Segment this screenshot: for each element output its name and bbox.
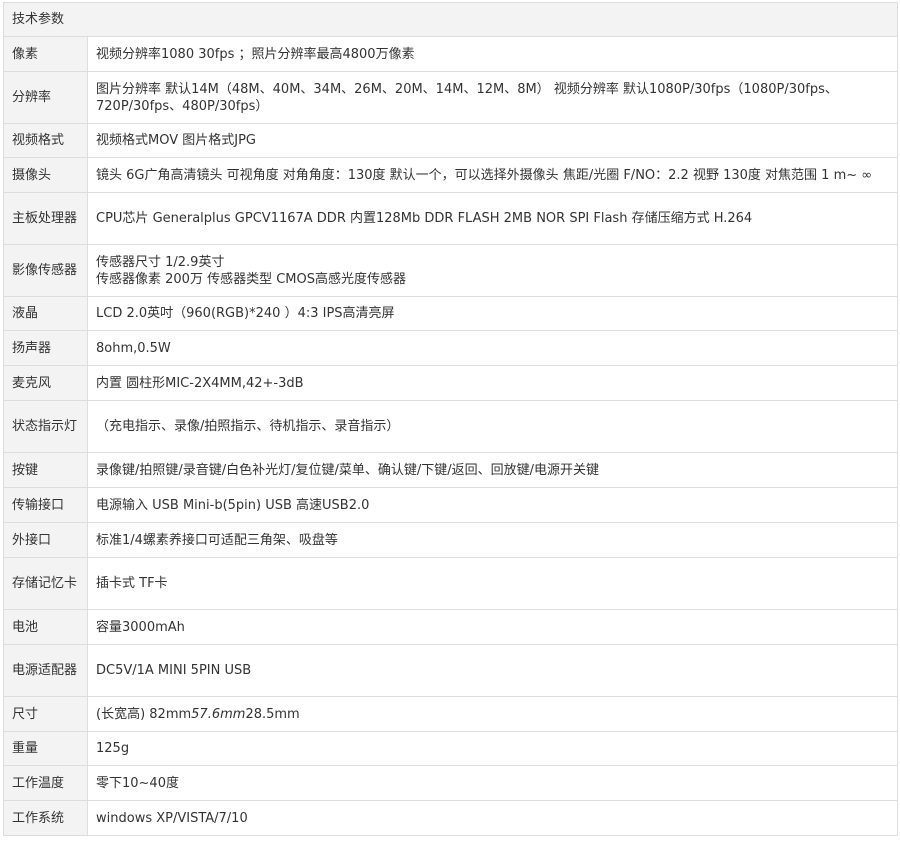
- table-row: 工作系统 windows XP/VISTA/7/10: [3, 800, 899, 836]
- row-value: （充电指示、录像/拍照指示、待机指示、录音指示）: [86, 400, 899, 453]
- spec-table: 技术参数 像素 视频分辨率1080 30fps ；照片分辨率最高4800万像素 …: [2, 2, 899, 836]
- table-title: 技术参数: [2, 2, 899, 37]
- row-label: 像素: [3, 36, 88, 72]
- row-value: 内置 圆柱形MIC-2X4MM,42+-3dB: [86, 365, 899, 401]
- table-row: 状态指示灯 （充电指示、录像/拍照指示、待机指示、录音指示）: [3, 400, 899, 453]
- table-row: 液晶 LCD 2.0英吋（960(RGB)*240 ）4:3 IPS高清亮屏: [3, 296, 899, 331]
- row-label: 传输接口: [3, 487, 88, 523]
- row-label: 麦克风: [3, 365, 88, 401]
- table-header-row: 技术参数: [2, 2, 899, 37]
- row-value: CPU芯片 Generalplus GPCV1167A DDR 内置128Mb …: [86, 192, 899, 245]
- row-label: 电源适配器: [3, 644, 88, 697]
- row-label: 主板处理器: [3, 192, 88, 245]
- table-row: 尺寸 (长宽高) 82mm57.6mm28.5mm: [3, 696, 899, 732]
- table-row: 按键 录像键/拍照键/录音键/白色补光灯/复位键/菜单、确认键/下键/返回、回放…: [3, 452, 899, 488]
- row-value: 125g: [86, 731, 899, 766]
- dimension-suffix: 28.5mm: [245, 706, 300, 722]
- row-value: 视频格式MOV 图片格式JPG: [86, 123, 899, 158]
- table-row: 重量 125g: [3, 731, 899, 766]
- table-row: 视频格式 视频格式MOV 图片格式JPG: [3, 123, 899, 158]
- row-label: 分辨率: [3, 71, 88, 124]
- row-label: 工作温度: [3, 765, 88, 801]
- dimension-italic: 57.6mm: [191, 706, 246, 722]
- row-value: 标准1/4螺素养接口可适配三角架、吸盘等: [86, 522, 899, 558]
- table-row: 像素 视频分辨率1080 30fps ；照片分辨率最高4800万像素: [3, 36, 899, 72]
- row-value: 插卡式 TF卡: [86, 557, 899, 610]
- table-row: 麦克风 内置 圆柱形MIC-2X4MM,42+-3dB: [3, 365, 899, 401]
- table-row: 扬声器 8ohm,0.5W: [3, 330, 899, 366]
- row-value: (长宽高) 82mm57.6mm28.5mm: [86, 696, 899, 732]
- row-label: 尺寸: [3, 696, 88, 732]
- row-label: 摄像头: [3, 157, 88, 193]
- table-row: 电源适配器 DC5V/1A MINI 5PIN USB: [3, 644, 899, 697]
- table-row: 电池 容量3000mAh: [3, 609, 899, 645]
- row-value: 视频分辨率1080 30fps ；照片分辨率最高4800万像素: [86, 36, 899, 72]
- row-value: 录像键/拍照键/录音键/白色补光灯/复位键/菜单、确认键/下键/返回、回放键/电…: [86, 452, 899, 488]
- dimension-prefix: (长宽高) 82mm: [96, 706, 192, 722]
- row-value: 图片分辨率 默认14M（48M、40M、34M、26M、20M、14M、12M、…: [86, 71, 899, 124]
- row-label: 影像传感器: [3, 244, 88, 297]
- row-label: 视频格式: [3, 123, 88, 158]
- table-row: 外接口 标准1/4螺素养接口可适配三角架、吸盘等: [3, 522, 899, 558]
- table-row: 传输接口 电源输入 USB Mini-b(5pin) USB 高速USB2.0: [3, 487, 899, 523]
- row-value: 镜头 6G广角高清镜头 可视角度 对角角度：130度 默认一个，可以选择外摄像头…: [86, 157, 899, 193]
- table-row: 摄像头 镜头 6G广角高清镜头 可视角度 对角角度：130度 默认一个，可以选择…: [3, 157, 899, 193]
- row-value: 传感器尺寸 1/2.9英寸 传感器像素 200万 传感器类型 CMOS高感光度传…: [86, 244, 899, 297]
- row-label: 电池: [3, 609, 88, 645]
- row-value-line: 传感器尺寸 1/2.9英寸: [96, 254, 225, 270]
- table-row: 分辨率 图片分辨率 默认14M（48M、40M、34M、26M、20M、14M、…: [3, 71, 899, 124]
- table-row: 主板处理器 CPU芯片 Generalplus GPCV1167A DDR 内置…: [3, 192, 899, 245]
- row-label: 状态指示灯: [3, 400, 88, 453]
- row-value: DC5V/1A MINI 5PIN USB: [86, 644, 899, 697]
- row-value: 电源输入 USB Mini-b(5pin) USB 高速USB2.0: [86, 487, 899, 523]
- row-label: 按键: [3, 452, 88, 488]
- row-value: 零下10~40度: [86, 765, 899, 801]
- row-label: 工作系统: [3, 800, 88, 836]
- row-label: 外接口: [3, 522, 88, 558]
- row-label: 液晶: [3, 296, 88, 331]
- row-label: 扬声器: [3, 330, 88, 366]
- table-row: 存储记忆卡 插卡式 TF卡: [3, 557, 899, 610]
- spec-table-container: 技术参数 像素 视频分辨率1080 30fps ；照片分辨率最高4800万像素 …: [2, 2, 899, 836]
- row-value: windows XP/VISTA/7/10: [86, 800, 899, 836]
- table-row: 工作温度 零下10~40度: [3, 765, 899, 801]
- table-row: 影像传感器 传感器尺寸 1/2.9英寸 传感器像素 200万 传感器类型 CMO…: [3, 244, 899, 297]
- row-value: 8ohm,0.5W: [86, 330, 899, 366]
- row-value: 容量3000mAh: [86, 609, 899, 645]
- row-value-line: 传感器像素 200万 传感器类型 CMOS高感光度传感器: [96, 271, 406, 287]
- row-label: 存储记忆卡: [3, 557, 88, 610]
- row-value: LCD 2.0英吋（960(RGB)*240 ）4:3 IPS高清亮屏: [86, 296, 899, 331]
- row-label: 重量: [3, 731, 88, 766]
